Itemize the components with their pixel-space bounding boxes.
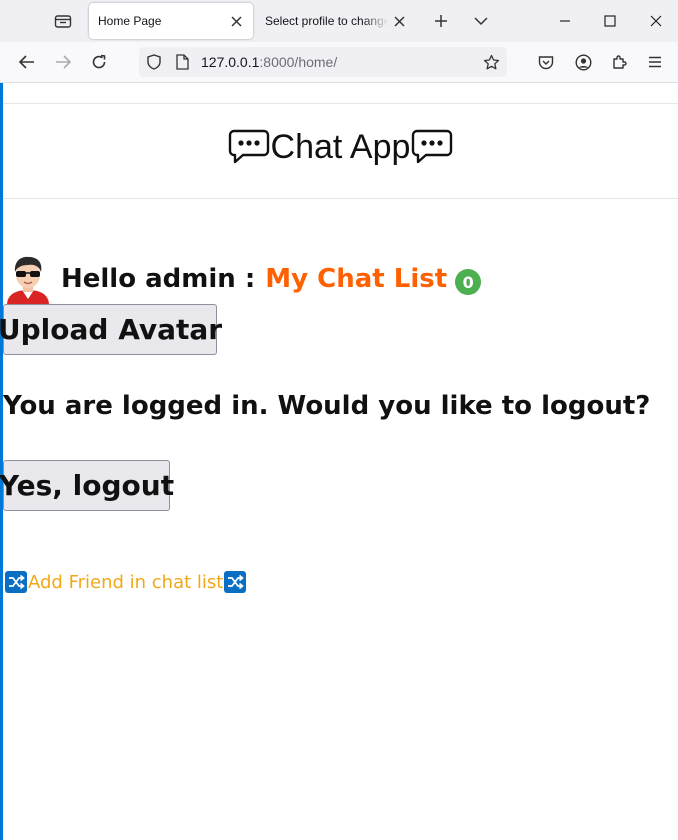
chat-count-badge: 0 <box>455 269 482 295</box>
close-icon[interactable] <box>388 10 410 32</box>
url-path: :8000/home/ <box>259 54 338 70</box>
url-host: 127.0.0.1 <box>201 54 260 70</box>
my-chat-list-link[interactable]: My Chat List <box>265 264 447 294</box>
back-icon[interactable] <box>13 48 41 76</box>
tab-bar: Home Page Select profile to change | Dja… <box>0 0 678 42</box>
upload-avatar-button[interactable]: Upload Avatar <box>0 304 222 355</box>
plus-icon[interactable] <box>428 8 454 34</box>
greeting-text: Hello admin : <box>61 264 256 294</box>
reload-icon[interactable] <box>85 48 113 76</box>
shuffle-icon <box>224 571 247 593</box>
greeting-row: Hello admin : My Chat List 0 <box>3 251 482 307</box>
divider <box>3 198 678 199</box>
page-viewport: Chat App Hello admin : My Chat List 0 Up… <box>0 83 678 840</box>
account-icon[interactable] <box>569 48 597 76</box>
url-text[interactable]: 127.0.0.1:8000/home/ <box>201 54 337 70</box>
chevron-down-icon[interactable] <box>468 8 494 34</box>
tab-select-profile[interactable]: Select profile to change | Django site a… <box>256 3 416 39</box>
tab-title: Home Page <box>98 14 162 28</box>
shield-icon[interactable] <box>145 53 163 71</box>
app-title-text: Chat App <box>270 127 411 166</box>
bookmark-star-icon[interactable] <box>481 52 501 72</box>
tab-title: Select profile to change | Django site a… <box>265 14 388 28</box>
shuffle-icon <box>5 571 27 593</box>
logout-button[interactable]: Yes, logout <box>0 460 174 511</box>
tab-overview-icon[interactable] <box>48 6 78 36</box>
forward-icon[interactable] <box>49 48 77 76</box>
pocket-icon[interactable] <box>532 48 560 76</box>
url-bar[interactable]: 127.0.0.1:8000/home/ <box>139 47 507 77</box>
divider <box>3 103 678 104</box>
menu-icon[interactable] <box>641 48 669 76</box>
speech-balloon-icon <box>227 127 271 167</box>
add-friend-row: Add Friend in chat list <box>5 570 247 594</box>
page-icon[interactable] <box>173 53 191 71</box>
add-friend-link[interactable]: Add Friend in chat list <box>28 572 223 593</box>
maximize-icon[interactable] <box>595 6 625 36</box>
logout-question: You are logged in. Would you like to log… <box>3 391 651 421</box>
extensions-icon[interactable] <box>605 48 633 76</box>
minimize-icon[interactable] <box>550 6 580 36</box>
close-icon[interactable] <box>225 10 247 32</box>
tab-home-page[interactable]: Home Page <box>89 3 253 39</box>
navigation-bar: 127.0.0.1:8000/home/ <box>0 42 678 83</box>
avatar <box>3 253 53 305</box>
page-title: Chat App <box>3 127 678 167</box>
close-icon[interactable] <box>641 6 671 36</box>
speech-balloon-icon <box>410 127 454 167</box>
